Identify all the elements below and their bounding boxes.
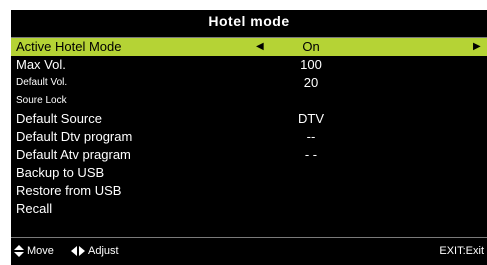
menu-item-default-source[interactable]: Default Source DTV	[11, 110, 487, 128]
menu-item-label: Default Source	[16, 111, 102, 126]
menu-item-backup-to-usb[interactable]: Backup to USB	[11, 164, 487, 182]
menu-item-label: Default Vol.	[16, 77, 68, 88]
menu-item-label: Max Vol.	[16, 57, 66, 72]
footer-divider	[11, 237, 487, 238]
adjust-label: Adjust	[88, 245, 119, 257]
footer-hints: Move Adjust EXIT:Exit	[11, 242, 487, 260]
menu-item-value: - -	[304, 147, 318, 162]
menu-title: Hotel mode	[11, 10, 487, 32]
up-down-arrows-icon	[14, 245, 24, 258]
menu-item-label: Soure Lock	[16, 95, 67, 106]
menu-item-default-atv-program[interactable]: Default Atv pragram - -	[11, 146, 487, 164]
menu-item-value: 20	[303, 75, 319, 90]
menu-item-value: DTV	[298, 111, 324, 126]
menu-item-label: Backup to USB	[16, 165, 105, 180]
menu-item-recall[interactable]: Recall	[11, 200, 487, 218]
menu-item-label: Default Dtv program	[16, 129, 133, 144]
menu-item-source-lock[interactable]: Soure Lock	[11, 92, 487, 110]
menu-item-value: --	[306, 129, 316, 144]
adjust-hint: Adjust	[71, 242, 119, 260]
menu-item-label: Default Atv pragram	[16, 147, 131, 162]
exit-hint[interactable]: EXIT:Exit	[439, 242, 484, 260]
menu-item-label: Active Hotel Mode	[16, 39, 122, 54]
menu-item-default-vol[interactable]: Default Vol. 20	[11, 74, 487, 92]
menu-item-label: Recall	[16, 201, 53, 216]
menu-item-value: On	[302, 39, 320, 54]
menu-item-label: Restore from USB	[16, 183, 122, 198]
menu-item-default-dtv-program[interactable]: Default Dtv program --	[11, 128, 487, 146]
left-right-arrows-icon	[71, 246, 85, 257]
move-label: Move	[27, 245, 54, 257]
triangle-right-icon[interactable]: ▶	[473, 38, 481, 56]
move-hint: Move	[14, 242, 54, 260]
menu-item-value: 100	[300, 57, 322, 72]
menu-list: Active Hotel Mode ◀ On ▶ Max Vol. 100 De…	[11, 38, 487, 218]
menu-item-max-vol[interactable]: Max Vol. 100	[11, 56, 487, 74]
hotel-mode-menu: Hotel mode Active Hotel Mode ◀ On ▶ Max …	[11, 10, 487, 265]
menu-item-active-hotel-mode[interactable]: Active Hotel Mode ◀ On ▶	[11, 38, 487, 56]
menu-item-restore-from-usb[interactable]: Restore from USB	[11, 182, 487, 200]
